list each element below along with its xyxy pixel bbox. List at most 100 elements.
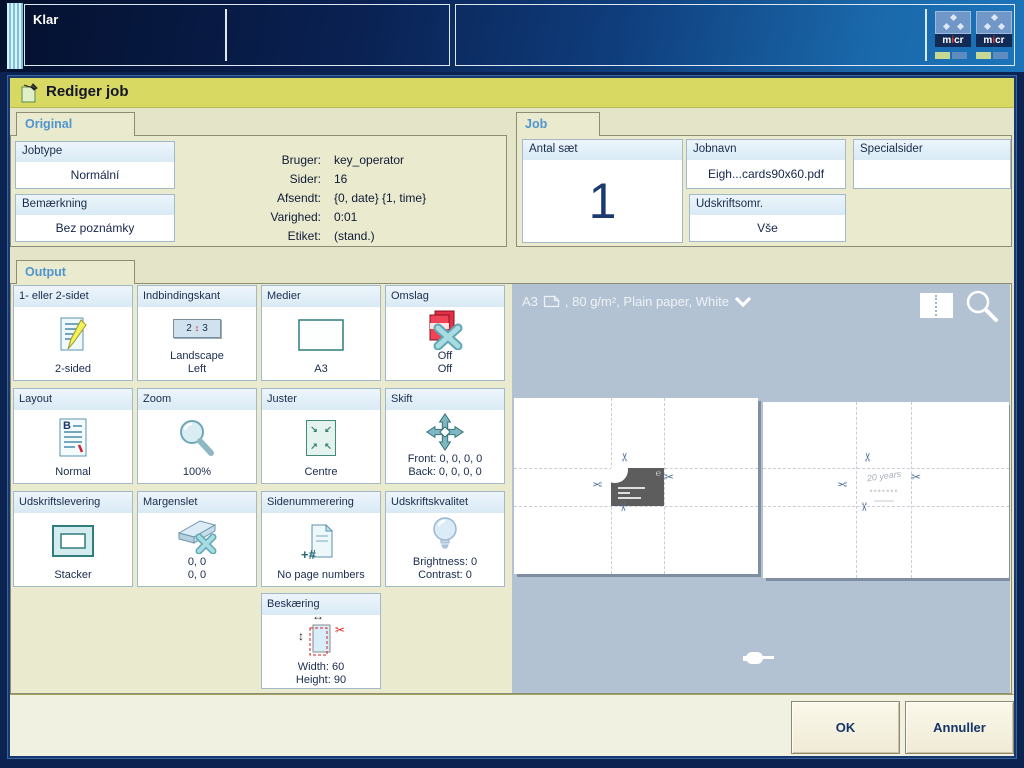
micr-indicator-2: micr [976, 11, 1012, 59]
dialog-title: Rediger job [46, 83, 129, 100]
printer-status-bar: Klar micr micr [0, 0, 1024, 72]
status-panel-left: Klar [24, 4, 450, 66]
tile-binding-edge[interactable]: Indbindingskant 23 Landscape Left [137, 285, 257, 381]
tile-value-2: Off [437, 363, 453, 375]
stacker-icon [14, 513, 132, 569]
status-stripes-decoration [7, 3, 23, 69]
tile-shift[interactable]: Skift Front: 0, 0, 0, 0 Back: 0, 0, 0, 0 [385, 388, 505, 484]
jobname-button[interactable]: Jobnavn Eigh...cards90x60.pdf [686, 139, 846, 189]
info-label: Afsendt: [276, 190, 321, 205]
ok-button[interactable]: OK [791, 701, 900, 754]
print-range-button[interactable]: Udskriftsomr. Vše [689, 194, 846, 242]
tile-value-2: Left [187, 363, 207, 375]
info-value: (stand.) [334, 228, 375, 243]
cancel-button[interactable]: Annuller [905, 701, 1014, 754]
tile-label: Zoom [138, 389, 256, 410]
micr-status-lights [935, 52, 971, 59]
job-info-panel: Bruger: key_operator Sider: 16 Afsendt: {0,… [203, 150, 427, 245]
tile-margin-erase[interactable]: Margenslet 0, 0 0, 0 [137, 491, 257, 587]
spread-view-toggle[interactable] [920, 293, 953, 318]
info-label: Etiket: [287, 228, 321, 243]
preview-zoom-button[interactable] [964, 288, 1000, 329]
info-value: 0:01 [334, 209, 358, 224]
info-label: Bruger: [281, 152, 321, 167]
tile-output-delivery[interactable]: Udskriftslevering Stacker [13, 491, 133, 587]
margin-erase-icon [138, 513, 256, 556]
diamond-icon [997, 22, 1006, 31]
dialog-titlebar: Rediger job [10, 78, 1014, 108]
jobtype-button[interactable]: Jobtype Normální [15, 141, 175, 189]
tile-trim[interactable]: Beskæring Width: 60 Height: 90 [261, 593, 381, 689]
covers-off-icon [386, 307, 504, 350]
diamond-icon [956, 22, 965, 31]
layout-letter: B [63, 420, 71, 432]
scissors-icon [911, 471, 921, 483]
arrow-icon [310, 441, 318, 452]
tile-value: Normal [55, 466, 91, 478]
tile-covers[interactable]: Omslag Off Off [385, 285, 505, 381]
tile-zoom[interactable]: Zoom 100% [137, 388, 257, 484]
jobtype-label: Jobtype [16, 142, 174, 162]
tile-align[interactable]: Juster Centre [261, 388, 381, 484]
media-selector[interactable]: A3 , 80 g/m², Plain paper, White [522, 294, 752, 309]
tile-label: Udskriftskvalitet [386, 492, 504, 513]
crop-line [664, 398, 665, 574]
copies-value: 1 [588, 173, 617, 229]
tab-output[interactable]: Output [16, 260, 135, 284]
info-value: 16 [334, 171, 348, 186]
scissors-icon [862, 452, 874, 462]
binding-arrow-icon [195, 323, 200, 334]
micr-label: micr [935, 34, 971, 47]
binding-left-page: 2 [186, 323, 192, 334]
panel-divider [925, 9, 927, 61]
micr-status-lights [976, 52, 1012, 59]
tile-value: No page numbers [277, 569, 365, 581]
card-script-graphic [656, 468, 661, 478]
special-pages-button[interactable]: Specialsider [853, 139, 1011, 189]
paper-icon [543, 295, 560, 308]
tile-print-quality[interactable]: Udskriftskvalitet Brightness: 0 Contrast… [385, 491, 505, 587]
print-preview-panel: A3 , 80 g/m², Plain paper, White ℮ ✂ ✂ ✂… [512, 284, 1010, 693]
blue-light-indicator [993, 52, 1008, 59]
magnifier-icon [966, 290, 998, 322]
tile-value: 2-sided [54, 363, 92, 375]
tile-value: 100% [182, 466, 212, 478]
arrow-icon [310, 424, 318, 435]
tile-value: Centre [304, 466, 338, 478]
plug-body [746, 652, 763, 664]
micr-label: micr [976, 34, 1012, 47]
diamond-icon [942, 22, 951, 31]
tile-value-2: 0, 0 [187, 569, 207, 581]
media-icon [262, 307, 380, 363]
tile-layout[interactable]: Layout B Normal [13, 388, 133, 484]
crop-line [763, 506, 1009, 507]
layout-icon: B [14, 410, 132, 466]
duplex-icon [14, 307, 132, 363]
tab-job[interactable]: Job [516, 112, 600, 136]
copies-button[interactable]: Antal sæt 1 [522, 139, 683, 243]
scissors-icon [619, 452, 631, 462]
tile-label: Indbindingskant [138, 286, 256, 307]
micr-label-part: m [942, 35, 952, 46]
chevron-down-icon[interactable] [734, 296, 752, 307]
original-group: Jobtype Normální Bemærkning Bez poznámky… [10, 135, 507, 247]
card-arc-graphic [611, 468, 628, 483]
tab-original[interactable]: Original [16, 112, 135, 136]
micr-label-part: m [983, 35, 993, 46]
remark-button[interactable]: Bemærkning Bez poznámky [15, 194, 175, 242]
tile-duplex[interactable]: 1- eller 2-sidet 2-sided [13, 285, 133, 381]
card-text-line [618, 487, 645, 489]
tile-page-numbering[interactable]: Sidenummerering +# No page numbers [261, 491, 381, 587]
micr-indicator-1: micr [935, 11, 971, 59]
preview-page-front [514, 398, 758, 574]
diamond-icon [990, 13, 999, 22]
tile-media[interactable]: Medier A3 [261, 285, 381, 381]
tile-value: Off [437, 350, 453, 362]
spread-split-line [935, 295, 937, 316]
panel-divider [225, 9, 227, 61]
diamond-icon [949, 13, 958, 22]
tile-label: Sidenummerering [262, 492, 380, 513]
diamond-icon [983, 22, 992, 31]
green-light-indicator [935, 52, 950, 59]
scissors-icon [617, 502, 629, 512]
